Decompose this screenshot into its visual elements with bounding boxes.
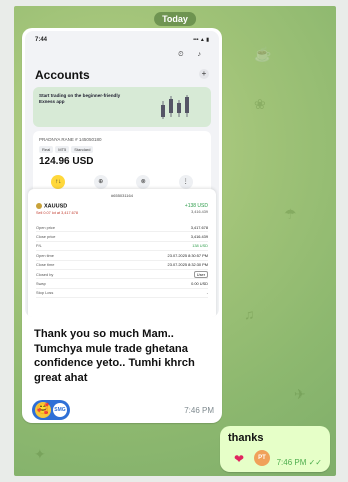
- row-value: -: [206, 290, 208, 296]
- symbol: XAUUSD: [36, 203, 67, 209]
- trade-icon: ↑↓: [51, 175, 66, 189]
- row-value: 23.07.2025 8:30:57 PM: [167, 252, 208, 258]
- row-value: 3,416.439: [190, 234, 208, 240]
- doodle-icon: ☕: [254, 46, 272, 62]
- avatar: PT: [254, 450, 270, 466]
- row-key: Close price: [36, 234, 56, 240]
- trade-row: Close price 3,416.439: [36, 232, 208, 242]
- profit-sub: 3,416.439: [191, 210, 208, 214]
- doodle-icon: ♫: [244, 306, 255, 322]
- trade-details-sheet: #655031164 XAUUSD Sell 0.07 lot at 3,417…: [28, 189, 216, 317]
- row-key: P/L: [36, 243, 42, 249]
- symbol-name: XAUUSD: [44, 203, 68, 210]
- add-account-icon: +: [199, 69, 209, 79]
- row-key: Close time: [36, 262, 55, 268]
- trade-rows: Open price 3,417.678 Close price 3,416.439…: [36, 223, 208, 299]
- heart-reaction-icon[interactable]: ❤: [234, 452, 244, 466]
- trade-row: Swap 0.00 USD: [36, 279, 208, 289]
- doodle-icon: ☂: [284, 206, 297, 222]
- promo-text: Start trading on the beginner-friendly E…: [39, 93, 121, 104]
- withdraw-icon: ⊗: [136, 175, 151, 189]
- account-tags: Real MT5 Standard: [39, 146, 95, 153]
- row-value: 3,417.678: [190, 224, 208, 230]
- attached-screenshot[interactable]: 7:44 ••• ▲ ▮ ⏲ ♪ Accounts + Start tradin…: [25, 31, 219, 317]
- account-label: PRADNYA RANE # 145050180: [39, 137, 102, 142]
- trade-row: P/L 138 USD: [36, 242, 208, 252]
- incoming-message[interactable]: 7:44 ••• ▲ ▮ ⏲ ♪ Accounts + Start tradin…: [22, 28, 222, 423]
- row-value: 23.07.2025 8:32:30 PM: [167, 262, 208, 268]
- signal-icons: ••• ▲ ▮: [193, 37, 209, 43]
- tag: MT5: [55, 146, 70, 153]
- trade-row: Closed by User: [36, 270, 208, 280]
- trade-row: Open time 23.07.2025 8:30:57 PM: [36, 251, 208, 261]
- trade-row: Open price 3,417.678: [36, 223, 208, 233]
- message-reactions[interactable]: 🥰 SMG: [32, 400, 70, 420]
- row-key: Open price: [36, 224, 56, 230]
- accounts-title: Accounts: [35, 68, 90, 82]
- tag: Real: [39, 146, 54, 153]
- order-id: #655031164: [111, 193, 133, 198]
- row-key: Swap: [36, 281, 46, 287]
- message-text: Thank you so much Mam.. Tumchya mule tra…: [34, 328, 195, 384]
- trade-row: Close time 23.07.2025 8:32:30 PM: [36, 261, 208, 270]
- tag: Standard: [71, 146, 94, 153]
- message-time: 7:46 PM: [184, 406, 214, 415]
- row-value: 0.00 USD: [191, 281, 208, 287]
- row-value: 138 USD: [192, 243, 208, 249]
- row-key: Open time: [36, 252, 54, 258]
- row-key: Closed by: [36, 271, 54, 277]
- phone-status-bar: 7:44 ••• ▲ ▮: [35, 37, 209, 43]
- header-icons: ⏲ ♪: [178, 51, 207, 58]
- candlestick-icon: [161, 95, 189, 119]
- message-text: thanks: [228, 432, 264, 444]
- row-value: User: [193, 270, 208, 278]
- doodle-icon: ✦: [34, 446, 46, 462]
- phone-time: 7:44: [35, 37, 48, 43]
- avatar: SMG: [53, 403, 67, 417]
- trade-row: Stop Loss -: [36, 289, 208, 299]
- profit-value: +138 USD: [184, 203, 208, 209]
- outgoing-message[interactable]: thanks ❤ PT 7:46 PM ✓✓: [220, 426, 330, 472]
- smiling-hearts-emoji-icon: 🥰: [35, 402, 51, 418]
- message-time: 7:46 PM ✓✓: [276, 458, 322, 467]
- symbol-sub: Sell 0.07 lot at 3,417.678: [36, 211, 79, 215]
- date-pill: Today: [154, 12, 196, 26]
- gold-coin-icon: [36, 203, 42, 209]
- chat-background: ✿ ❀ ☂ ♫ ✈ ☕ ✦ Today 7:44 ••• ▲ ▮ ⏲ ♪ Acc…: [14, 6, 336, 476]
- row-key: Stop Loss: [36, 290, 54, 296]
- promo-banner: Start trading on the beginner-friendly E…: [33, 87, 211, 127]
- profit: +138 USD 3,416.439: [185, 203, 208, 214]
- details-icon: ⋮: [178, 175, 193, 189]
- doodle-icon: ✈: [294, 386, 306, 402]
- doodle-icon: ❀: [254, 96, 266, 112]
- deposit-icon: ⊕: [93, 175, 108, 189]
- account-balance: 124.96 USD: [39, 156, 94, 167]
- reaction-chip[interactable]: 🥰 SMG: [32, 400, 70, 420]
